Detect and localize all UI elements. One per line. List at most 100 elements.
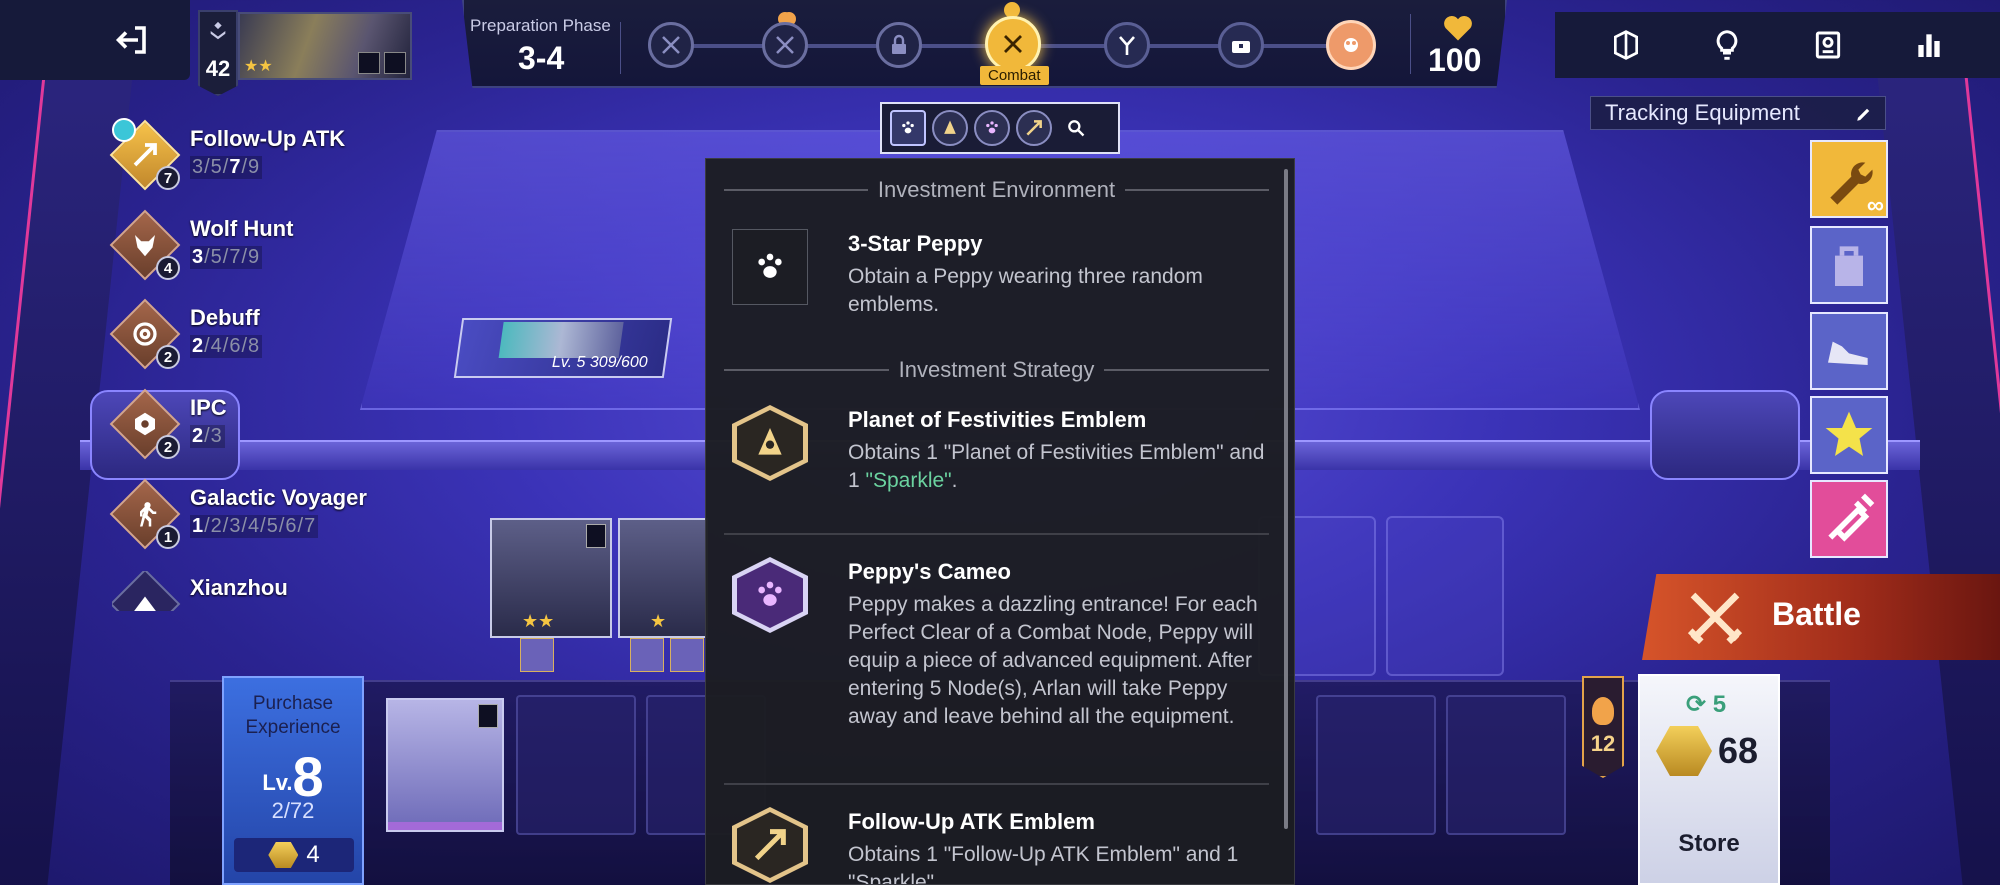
trait-tiers: 1/2/3/4/5/6/7 bbox=[190, 515, 319, 538]
trait-name: Follow-Up ATK bbox=[190, 126, 346, 151]
store-label: Store bbox=[1678, 830, 1740, 857]
battle-button[interactable]: Battle bbox=[1642, 574, 2000, 660]
trait-name: Wolf Hunt bbox=[190, 216, 294, 241]
heart-icon bbox=[1444, 15, 1472, 41]
shop-slot[interactable] bbox=[1446, 695, 1566, 835]
node-combat-2[interactable] bbox=[762, 22, 808, 68]
chest-icon bbox=[1232, 41, 1250, 53]
trait-galactic-voyager[interactable]: 1 Galactic Voyager 1/2/3/4/5/6/7 bbox=[109, 478, 472, 551]
bench-slot[interactable] bbox=[1386, 516, 1504, 676]
tab-follow-up[interactable] bbox=[1016, 110, 1052, 146]
trait-name: Galactic Voyager bbox=[190, 485, 367, 510]
rail-cap-right bbox=[1650, 390, 1800, 480]
trait-debuff[interactable]: 2 Debuff 2/4/6/8 bbox=[109, 298, 472, 371]
entry-title: Follow-Up ATK Emblem bbox=[848, 809, 1095, 834]
entry-icon bbox=[732, 557, 808, 633]
bench-unit-card[interactable]: ★ bbox=[618, 518, 708, 638]
star-icon bbox=[1825, 411, 1873, 456]
shop-unit-card[interactable] bbox=[386, 698, 504, 832]
flame-icon bbox=[1592, 697, 1614, 725]
entry-title: Planet of Festivities Emblem bbox=[848, 407, 1147, 432]
equipment-icon bbox=[630, 638, 664, 672]
fork-icon bbox=[1119, 36, 1135, 55]
investment-popup[interactable]: Investment Environment 3-Star Peppy Obta… bbox=[705, 158, 1295, 885]
path-icon bbox=[358, 52, 380, 74]
hint-icon[interactable] bbox=[1711, 29, 1743, 61]
boss-icon bbox=[1344, 38, 1358, 52]
exit-icon bbox=[115, 26, 146, 54]
purchase-label: Purchase Experience bbox=[245, 693, 341, 738]
highlight-text: "Sparkle" bbox=[865, 469, 952, 492]
store-button[interactable]: ⟳ 5 68 Store bbox=[1638, 674, 1780, 885]
equipment-slot-5[interactable] bbox=[1810, 480, 1888, 558]
stats-icon[interactable] bbox=[1913, 29, 1945, 61]
player-avatar-banner[interactable]: ★★ bbox=[238, 12, 412, 80]
equipment-slot-1[interactable]: ∞ bbox=[1810, 140, 1888, 219]
paw-icon bbox=[902, 121, 914, 134]
tracking-equipment-button[interactable]: Tracking Equipment bbox=[1590, 96, 1886, 130]
battle-label: Battle bbox=[1772, 596, 1861, 632]
lock-tag-icon bbox=[586, 524, 606, 548]
build-guide-icon[interactable] bbox=[1812, 29, 1844, 61]
node-boss[interactable] bbox=[1326, 20, 1376, 70]
exit-button[interactable] bbox=[0, 0, 190, 80]
entry-desc: Peppy makes a dazzling entrance! For eac… bbox=[848, 593, 1258, 728]
node-event[interactable] bbox=[1104, 22, 1150, 68]
node-supply[interactable] bbox=[1218, 22, 1264, 68]
node-combat-1[interactable] bbox=[648, 22, 694, 68]
equipment-slot-2[interactable] bbox=[1810, 226, 1888, 304]
trait-count: 1 bbox=[156, 525, 180, 549]
divider bbox=[724, 533, 1269, 535]
trait-follow-up-atk[interactable]: 7 Follow-Up ATK 3/5/7/9 bbox=[109, 118, 472, 192]
unit-stars: ★★ bbox=[522, 611, 555, 631]
top-toolbar bbox=[1555, 12, 2000, 78]
debuff-icon bbox=[133, 322, 157, 346]
node-combat-active[interactable] bbox=[985, 16, 1041, 72]
entry-desc: Obtain a Peppy wearing three random embl… bbox=[848, 265, 1203, 316]
trait-tiers: 2/4/6/8 bbox=[190, 335, 263, 358]
festivities-icon bbox=[944, 120, 956, 134]
equipment-slot-3[interactable] bbox=[1810, 312, 1888, 390]
crossed-swords-icon bbox=[1004, 35, 1022, 53]
crossed-swords-icon bbox=[776, 36, 794, 54]
codex-icon[interactable] bbox=[1610, 29, 1642, 61]
node-locked[interactable] bbox=[876, 22, 922, 68]
purchase-experience-button[interactable]: Purchase Experience Lv.8 2/72 4 bbox=[222, 676, 364, 885]
entry-desc: Obtains 1 "Follow-Up ATK Emblem" and 1 "… bbox=[848, 843, 1239, 885]
follow-up-icon bbox=[133, 143, 157, 167]
phase-value: 3-4 bbox=[518, 40, 565, 76]
refresh-count: ⟳ 5 bbox=[1686, 691, 1727, 718]
equipment-slot-4[interactable] bbox=[1810, 396, 1888, 474]
syringe-icon bbox=[1828, 493, 1875, 542]
trait-wolf-hunt[interactable]: 4 Wolf Hunt 3/5/7/9 bbox=[109, 209, 472, 282]
shop-slot[interactable] bbox=[1316, 695, 1436, 835]
trait-xianzhou[interactable]: Xianzhou bbox=[112, 571, 472, 611]
trait-name: IPC bbox=[190, 395, 227, 420]
crossed-swords-icon bbox=[1687, 592, 1743, 645]
phase-label: Preparation Phase bbox=[470, 16, 611, 35]
festivities-icon bbox=[758, 428, 782, 455]
board-unit-card[interactable]: Lv. 5 309/600 bbox=[453, 318, 673, 378]
entry-icon bbox=[732, 405, 808, 481]
trait-boost-badge bbox=[112, 118, 136, 142]
voyager-icon bbox=[140, 502, 157, 527]
active-node-label: Combat bbox=[980, 66, 1049, 85]
search-button[interactable] bbox=[1058, 110, 1094, 146]
popup-scrollbar[interactable] bbox=[1284, 169, 1288, 829]
element-icon bbox=[384, 52, 406, 74]
gold-coin-icon bbox=[1656, 726, 1712, 776]
gold-value: 68 bbox=[1718, 730, 1759, 771]
tab-festivities[interactable] bbox=[932, 110, 968, 146]
tab-peppy[interactable] bbox=[974, 110, 1010, 146]
bench-unit-card[interactable]: ★★ bbox=[490, 518, 612, 638]
rarity-bar bbox=[388, 822, 502, 830]
tab-environment[interactable] bbox=[890, 110, 926, 146]
shop-slot[interactable] bbox=[516, 695, 636, 835]
trait-count: 4 bbox=[156, 256, 180, 280]
section-investment-environment: Investment Environment bbox=[724, 177, 1269, 203]
avatar-stars: ★★ bbox=[244, 58, 273, 75]
divider bbox=[1410, 14, 1411, 74]
tracking-label: Tracking Equipment bbox=[1605, 100, 1800, 125]
trait-name: Debuff bbox=[190, 305, 260, 330]
trait-ipc[interactable]: 2 IPC 2/3 bbox=[109, 388, 472, 461]
